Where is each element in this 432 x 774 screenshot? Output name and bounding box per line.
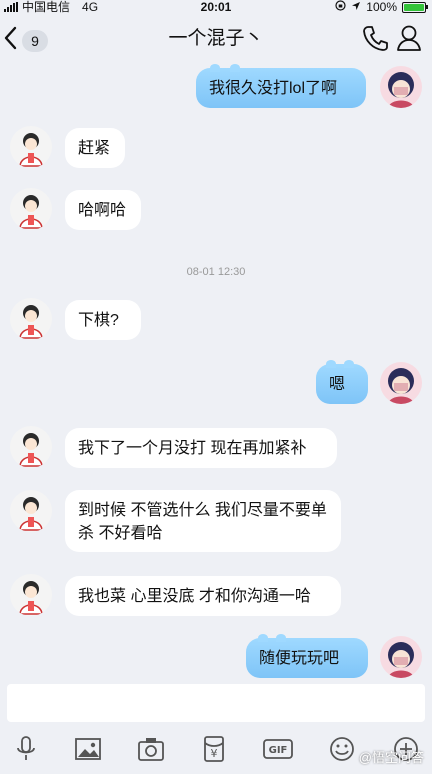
message-incoming: 到时候 不管选什么 我们尽量不要单杀 不好看哈 (0, 488, 432, 554)
contact-avatar[interactable] (10, 188, 52, 230)
message-bubble[interactable]: 随便玩玩吧 (246, 634, 368, 678)
status-right: 100% (335, 0, 428, 14)
profile-icon[interactable] (396, 24, 422, 57)
watermark-text: @悟空问答 (358, 750, 424, 765)
red-packet-icon[interactable]: ¥ (200, 736, 228, 762)
message-bubble[interactable]: 下棋? (65, 300, 141, 340)
location-icon (351, 0, 361, 14)
phone-call-icon[interactable] (362, 24, 388, 57)
message-bubble[interactable]: 我下了一个月没打 现在再加紧补 (65, 428, 337, 468)
gif-icon[interactable]: GIF (262, 736, 293, 762)
message-text: 下棋? (78, 312, 119, 329)
message-outgoing: 我很久没打lol了啊 (0, 64, 432, 114)
message-text: 嗯 (329, 376, 346, 393)
watermark: @悟空问答 (359, 747, 424, 766)
my-avatar[interactable] (380, 362, 422, 404)
message-incoming: 哈啊哈 (0, 186, 432, 236)
emoji-icon[interactable] (328, 736, 356, 762)
contact-avatar[interactable] (10, 426, 52, 468)
message-bubble[interactable]: 我也菜 心里没底 才和你沟通一哈 (65, 576, 341, 616)
message-bubble[interactable]: 赶紧 (65, 128, 125, 168)
input-toolbar: ¥ GIF @悟空问答 (0, 724, 432, 774)
message-outgoing: 随便玩玩吧 (0, 634, 432, 684)
message-incoming: 我下了一个月没打 现在再加紧补 (0, 424, 432, 474)
red-packet-symbol: ¥ (211, 747, 218, 760)
message-text: 我很久没打lol了啊 (209, 80, 338, 97)
chat-area[interactable]: 我很久没打lol了啊 赶紧 哈啊哈 08-01 12:30 下棋? 嗯 我下了一… (0, 64, 432, 680)
message-input[interactable] (7, 684, 425, 722)
message-bubble[interactable]: 我很久没打lol了啊 (196, 64, 366, 108)
contact-avatar[interactable] (10, 574, 52, 616)
message-text: 到时候 不管选什么 我们尽量不要单杀 不好看哈 (78, 502, 327, 542)
message-outgoing: 嗯 (0, 360, 432, 410)
message-bubble[interactable]: 嗯 (316, 360, 368, 404)
gif-label: GIF (269, 745, 288, 756)
nav-bar: 9 一个混子丶 (0, 14, 432, 64)
message-text: 我下了一个月没打 现在再加紧补 (78, 440, 307, 457)
message-timestamp: 08-01 12:30 (186, 266, 246, 278)
microphone-icon[interactable] (12, 736, 40, 762)
message-bubble[interactable]: 到时候 不管选什么 我们尽量不要单杀 不好看哈 (65, 490, 341, 552)
battery-percent: 100% (366, 0, 397, 14)
message-text: 哈啊哈 (78, 202, 127, 219)
contact-avatar[interactable] (10, 490, 52, 532)
my-avatar[interactable] (380, 636, 422, 678)
orientation-lock-icon (335, 0, 346, 14)
contact-avatar[interactable] (10, 298, 52, 340)
message-bubble[interactable]: 哈啊哈 (65, 190, 141, 230)
status-bar: 中国电信 4G 20:01 100% (0, 0, 432, 14)
camera-icon[interactable] (137, 736, 165, 762)
contact-avatar[interactable] (10, 126, 52, 168)
message-text: 我也菜 心里没底 才和你沟通一哈 (78, 588, 311, 605)
message-text: 赶紧 (78, 140, 111, 157)
message-incoming: 我也菜 心里没底 才和你沟通一哈 (0, 572, 432, 622)
image-icon[interactable] (74, 736, 102, 762)
message-text: 随便玩玩吧 (259, 650, 340, 667)
message-incoming: 下棋? (0, 296, 432, 346)
message-incoming: 赶紧 (0, 124, 432, 174)
battery-icon (402, 1, 428, 13)
my-avatar[interactable] (380, 66, 422, 108)
